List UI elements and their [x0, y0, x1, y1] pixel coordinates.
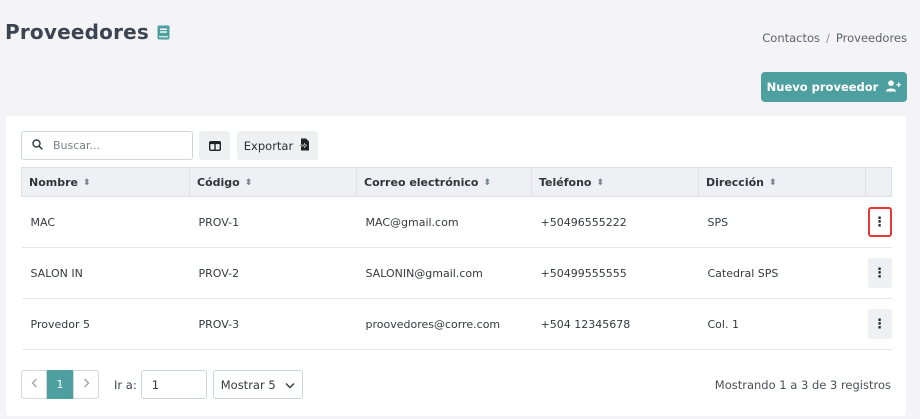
user-plus-icon [886, 79, 902, 95]
suppliers-card: Buscar... Exportar Nombre ⬍ Código ⬍ Cor… [6, 116, 906, 416]
table-header-row: Nombre ⬍ Código ⬍ Correo electrónico ⬍ Telé… [21, 167, 892, 197]
goto-label: Ir a: [114, 377, 137, 392]
file-export-icon [299, 138, 311, 154]
column-header-actions [865, 167, 892, 197]
column-header-nombre[interactable]: Nombre ⬍ [21, 167, 190, 197]
columns-toggle-button[interactable] [199, 131, 230, 160]
prev-page-button[interactable] [21, 370, 47, 399]
cell-nombre: MAC [21, 196, 190, 248]
sort-icon: ⬍ [769, 177, 777, 188]
cell-correo: MAC@gmail.com [356, 196, 532, 248]
new-supplier-button[interactable]: Nuevo proveedor [761, 72, 907, 102]
cell-nombre: SALON IN [21, 247, 190, 299]
sort-icon: ⬍ [82, 177, 91, 188]
row-actions-button[interactable]: ⋮ [867, 258, 892, 288]
breadcrumb-separator: / [826, 31, 830, 45]
sort-icon: ⬍ [596, 177, 605, 188]
column-header-correo[interactable]: Correo electrónico ⬍ [356, 167, 532, 197]
search-input[interactable]: Buscar... [21, 131, 193, 160]
breadcrumb-contactos[interactable]: Contactos [762, 31, 820, 45]
page-size-select[interactable]: Mostrar 5 [212, 370, 303, 399]
cell-direccion: Catedral SPS [698, 247, 866, 299]
column-header-codigo[interactable]: Código ⬍ [189, 167, 357, 197]
records-summary: Mostrando 1 a 3 de 3 registros [714, 378, 891, 392]
cell-telefono: +504 12345678 [531, 298, 699, 350]
page-title: Proveedores [5, 20, 150, 44]
table-row: SALON IN PROV-2 SALONIN@gmail.com +50499… [21, 247, 892, 299]
page-size-label: Mostrar 5 [220, 377, 276, 392]
export-label: Exportar [243, 138, 294, 153]
cell-nombre: Provedor 5 [21, 298, 190, 350]
cell-codigo: PROV-1 [189, 196, 357, 248]
export-button[interactable]: Exportar [237, 131, 318, 160]
book-icon [157, 25, 170, 40]
chevron-left-icon [31, 378, 38, 391]
cell-codigo: PROV-3 [189, 298, 357, 350]
cell-direccion: SPS [698, 196, 866, 248]
search-placeholder: Buscar... [53, 139, 101, 152]
cell-telefono: +50499555555 [531, 247, 699, 299]
cell-direccion: Col. 1 [698, 298, 866, 350]
cell-correo: SALONIN@gmail.com [356, 247, 532, 299]
sort-icon: ⬍ [244, 177, 253, 188]
columns-icon [208, 136, 221, 155]
breadcrumb: Contactos / Proveedores [762, 31, 907, 45]
next-page-button[interactable] [73, 370, 99, 399]
search-icon [32, 138, 43, 153]
table-row: Provedor 5 PROV-3 proovedores@corre.com … [21, 298, 892, 350]
row-actions-button[interactable]: ⋮ [867, 309, 892, 339]
row-actions-button[interactable]: ⋮ [867, 207, 892, 237]
cell-correo: proovedores@corre.com [356, 298, 532, 350]
chevron-down-icon [285, 378, 295, 392]
cell-codigo: PROV-2 [189, 247, 357, 299]
new-supplier-label: Nuevo proveedor [766, 80, 879, 94]
cell-telefono: +50496555222 [531, 196, 699, 248]
chevron-right-icon [83, 378, 90, 391]
sort-icon: ⬍ [483, 177, 492, 188]
suppliers-table: Nombre ⬍ Código ⬍ Correo electrónico ⬍ Telé… [21, 167, 892, 350]
goto-page-input[interactable]: 1 [140, 370, 207, 399]
table-row: MAC PROV-1 MAC@gmail.com +50496555222 SP… [21, 196, 892, 248]
page-button-current[interactable]: 1 [47, 370, 73, 399]
page-title-group: Proveedores [5, 20, 170, 44]
pagination: 1 Ir a: 1 Mostrar 5 [21, 370, 303, 399]
column-header-telefono[interactable]: Teléfono ⬍ [531, 167, 699, 197]
breadcrumb-proveedores: Proveedores [835, 31, 907, 45]
column-header-direccion[interactable]: Dirección ⬍ [698, 167, 866, 197]
